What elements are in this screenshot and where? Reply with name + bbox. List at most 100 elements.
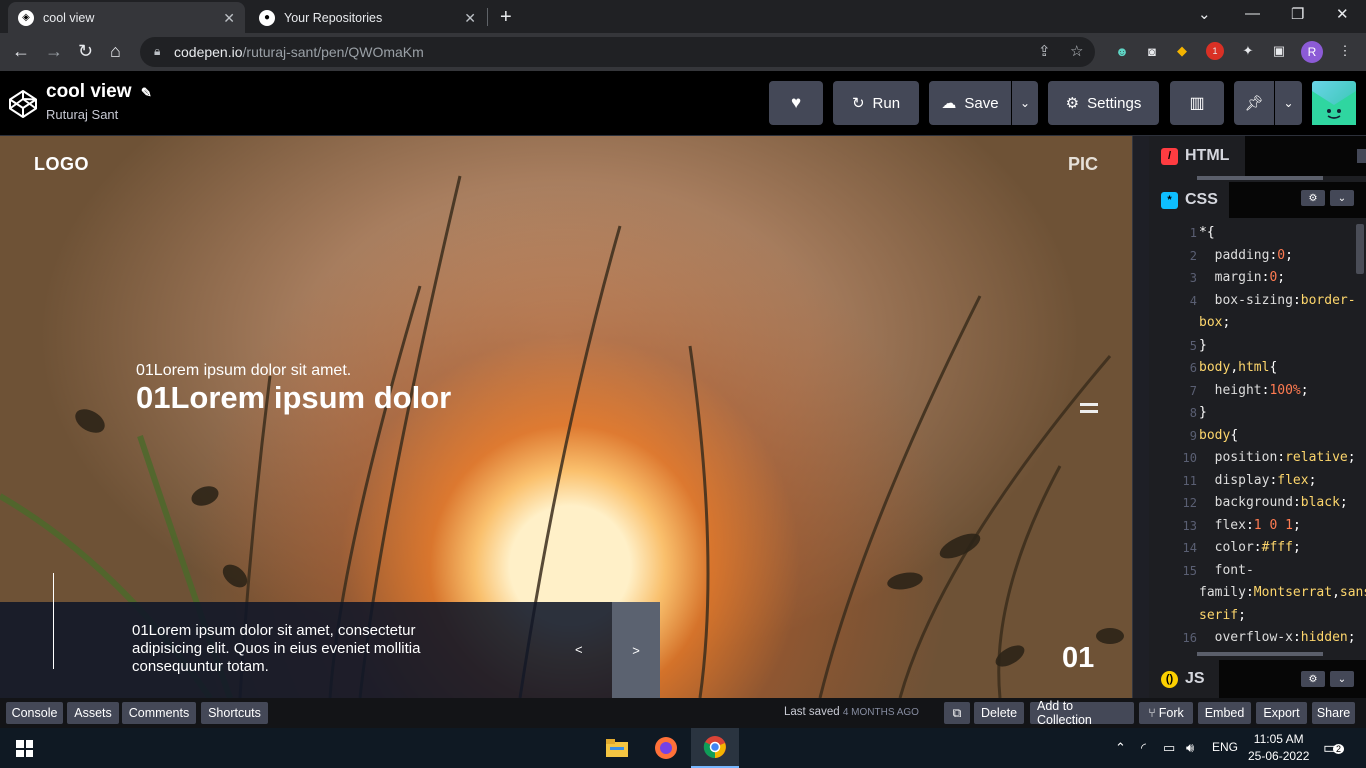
js-settings-button[interactable]: ⚙ xyxy=(1301,671,1325,687)
windows-start-icon[interactable] xyxy=(16,740,33,757)
js-badge-icon: () xyxy=(1161,670,1178,688)
pen-author[interactable]: Ruturaj Sant xyxy=(46,107,118,122)
save-label: Save xyxy=(964,94,999,112)
share-icon[interactable]: ⇪ xyxy=(1038,42,1051,60)
pen-title[interactable]: cool view ✎ xyxy=(46,81,152,103)
new-tab-icon[interactable]: + xyxy=(500,6,512,29)
save-options-button[interactable]: ⌄ xyxy=(1012,81,1038,125)
bookmark-star-icon[interactable]: ☆ xyxy=(1070,42,1083,60)
back-icon[interactable]: ← xyxy=(12,41,30,62)
puzzle-extensions-icon[interactable]: ✦ xyxy=(1239,42,1257,60)
extension-icon[interactable]: ◆ xyxy=(1173,42,1191,60)
forward-icon[interactable]: → xyxy=(45,41,63,62)
close-window-icon[interactable]: ✕ xyxy=(1336,5,1349,23)
user-avatar[interactable] xyxy=(1312,81,1356,125)
tab-js[interactable]: () JS xyxy=(1149,660,1219,698)
maximize-icon[interactable]: ❐ xyxy=(1291,5,1304,23)
js-collapse-button[interactable]: ⌄ xyxy=(1330,671,1354,687)
codepen-logo-icon[interactable] xyxy=(8,89,38,119)
tab-html[interactable]: / HTML xyxy=(1149,136,1245,176)
delete-button[interactable]: Delete xyxy=(974,702,1024,724)
collapsed-controls[interactable] xyxy=(1357,149,1366,163)
browser-menu-icon[interactable]: ⋮ xyxy=(1336,42,1354,60)
heart-button[interactable]: ♥ xyxy=(769,81,823,125)
save-button[interactable]: ☁ Save xyxy=(929,81,1011,125)
assets-button[interactable]: Assets xyxy=(67,702,119,724)
pin-icon: 📌︎ xyxy=(1244,95,1264,112)
heart-icon: ♥ xyxy=(790,93,802,112)
horizontal-scrollbar[interactable] xyxy=(1197,176,1323,180)
browser-tab-active[interactable]: ◈ cool view ✕ xyxy=(8,2,245,33)
notifications-count: 2 xyxy=(1333,744,1345,754)
tray-chevron-icon[interactable]: ⌃ xyxy=(1115,740,1126,756)
prev-slide-button[interactable]: < xyxy=(575,642,583,657)
close-tab-icon[interactable]: ✕ xyxy=(464,10,476,27)
line-number: 13 xyxy=(1182,519,1197,533)
code-line: } xyxy=(1199,338,1207,353)
firefox-icon[interactable] xyxy=(642,728,690,768)
pin-button[interactable]: 📌︎ xyxy=(1234,81,1274,125)
vertical-scrollbar[interactable] xyxy=(1356,224,1364,274)
pen-title-text: cool view xyxy=(46,81,132,102)
lock-icon[interactable]: 🔒︎ xyxy=(154,44,160,59)
css-settings-button[interactable]: ⚙ xyxy=(1301,190,1325,206)
resize-handle[interactable] xyxy=(1132,136,1149,698)
extension-icon[interactable]: ☻ xyxy=(1113,42,1131,60)
layout-icon: ▥ xyxy=(1189,95,1205,112)
minimize-icon[interactable]: — xyxy=(1245,5,1260,22)
settings-button[interactable]: ⚙ Settings xyxy=(1048,81,1159,125)
embed-button[interactable]: Embed xyxy=(1198,702,1251,724)
close-tab-icon[interactable]: ✕ xyxy=(223,10,235,27)
side-panel-icon[interactable]: ▣ xyxy=(1270,42,1288,60)
hamburger-menu-icon[interactable] xyxy=(1080,403,1098,417)
tab-search-chevron-icon[interactable]: ⌄ xyxy=(1198,5,1211,23)
extension-badge-icon[interactable]: 1 xyxy=(1206,42,1224,60)
profile-avatar[interactable]: R xyxy=(1301,41,1323,63)
layout-button[interactable]: ▥ xyxy=(1170,81,1224,125)
pencil-icon[interactable]: ✎ xyxy=(141,85,152,100)
line-number: 16 xyxy=(1182,631,1197,645)
code-line: family:Montserrat,sans- xyxy=(1199,585,1366,600)
fork-button[interactable]: ⑂ Fork xyxy=(1139,702,1193,724)
code-line: position:relative; xyxy=(1214,450,1356,465)
line-number: 9 xyxy=(1189,429,1197,443)
chrome-icon[interactable] xyxy=(691,728,739,768)
file-explorer-icon[interactable] xyxy=(593,728,641,768)
notifications-icon[interactable]: ▭ 2 xyxy=(1323,738,1345,758)
browser-tab[interactable]: ● Your Repositories ✕ xyxy=(249,2,486,33)
wifi-icon[interactable]: ◜ xyxy=(1141,740,1146,756)
run-button[interactable]: ↻ Run xyxy=(833,81,919,125)
gear-icon: ⚙ xyxy=(1308,673,1318,685)
export-button[interactable]: Export xyxy=(1256,702,1307,724)
open-external-button[interactable]: ⧉ xyxy=(944,702,970,724)
home-icon[interactable]: ⌂ xyxy=(110,41,121,62)
preview-subtitle: 01Lorem ipsum dolor sit amet. xyxy=(136,362,352,379)
line-number: 8 xyxy=(1189,406,1197,420)
line-number: 1 xyxy=(1189,226,1197,240)
share-button[interactable]: Share xyxy=(1312,702,1355,724)
console-button[interactable]: Console xyxy=(6,702,63,724)
tab-css[interactable]: * CSS xyxy=(1149,182,1229,218)
comments-button[interactable]: Comments xyxy=(122,702,196,724)
pin-options-button[interactable]: ⌄ xyxy=(1275,81,1302,125)
line-number: 11 xyxy=(1182,474,1197,488)
address-bar[interactable]: 🔒︎ codepen.io/ruturaj-sant/pen/QWOmaKm ⇪… xyxy=(140,37,1095,67)
gear-icon: ⚙ xyxy=(1308,192,1318,204)
battery-icon[interactable]: ▭ xyxy=(1163,740,1175,756)
reload-icon[interactable]: ↻ xyxy=(78,41,93,62)
chevron-down-icon: ⌄ xyxy=(1337,192,1347,204)
clock[interactable]: 11:05 AM 25-06-2022 xyxy=(1248,731,1309,765)
code-line: height:100%; xyxy=(1214,383,1309,398)
camera-extension-icon[interactable]: ◙ xyxy=(1143,42,1161,60)
css-collapse-button[interactable]: ⌄ xyxy=(1330,190,1354,206)
language-indicator[interactable]: ENG xyxy=(1212,740,1238,754)
next-slide-button[interactable]: > xyxy=(612,602,660,698)
shortcuts-button[interactable]: Shortcuts xyxy=(201,702,268,724)
line-number: 10 xyxy=(1182,451,1197,465)
codepen-favicon-icon: ◈ xyxy=(18,9,34,26)
tab-title: cool view xyxy=(43,10,95,25)
preview-pane[interactable]: LOGO PIC 01Lorem ipsum dolor sit amet. 0… xyxy=(0,136,1132,698)
add-to-collection-button[interactable]: Add to Collection xyxy=(1030,699,1134,727)
volume-icon[interactable]: 🔊︎ xyxy=(1186,740,1194,756)
horizontal-scrollbar[interactable] xyxy=(1197,652,1323,656)
